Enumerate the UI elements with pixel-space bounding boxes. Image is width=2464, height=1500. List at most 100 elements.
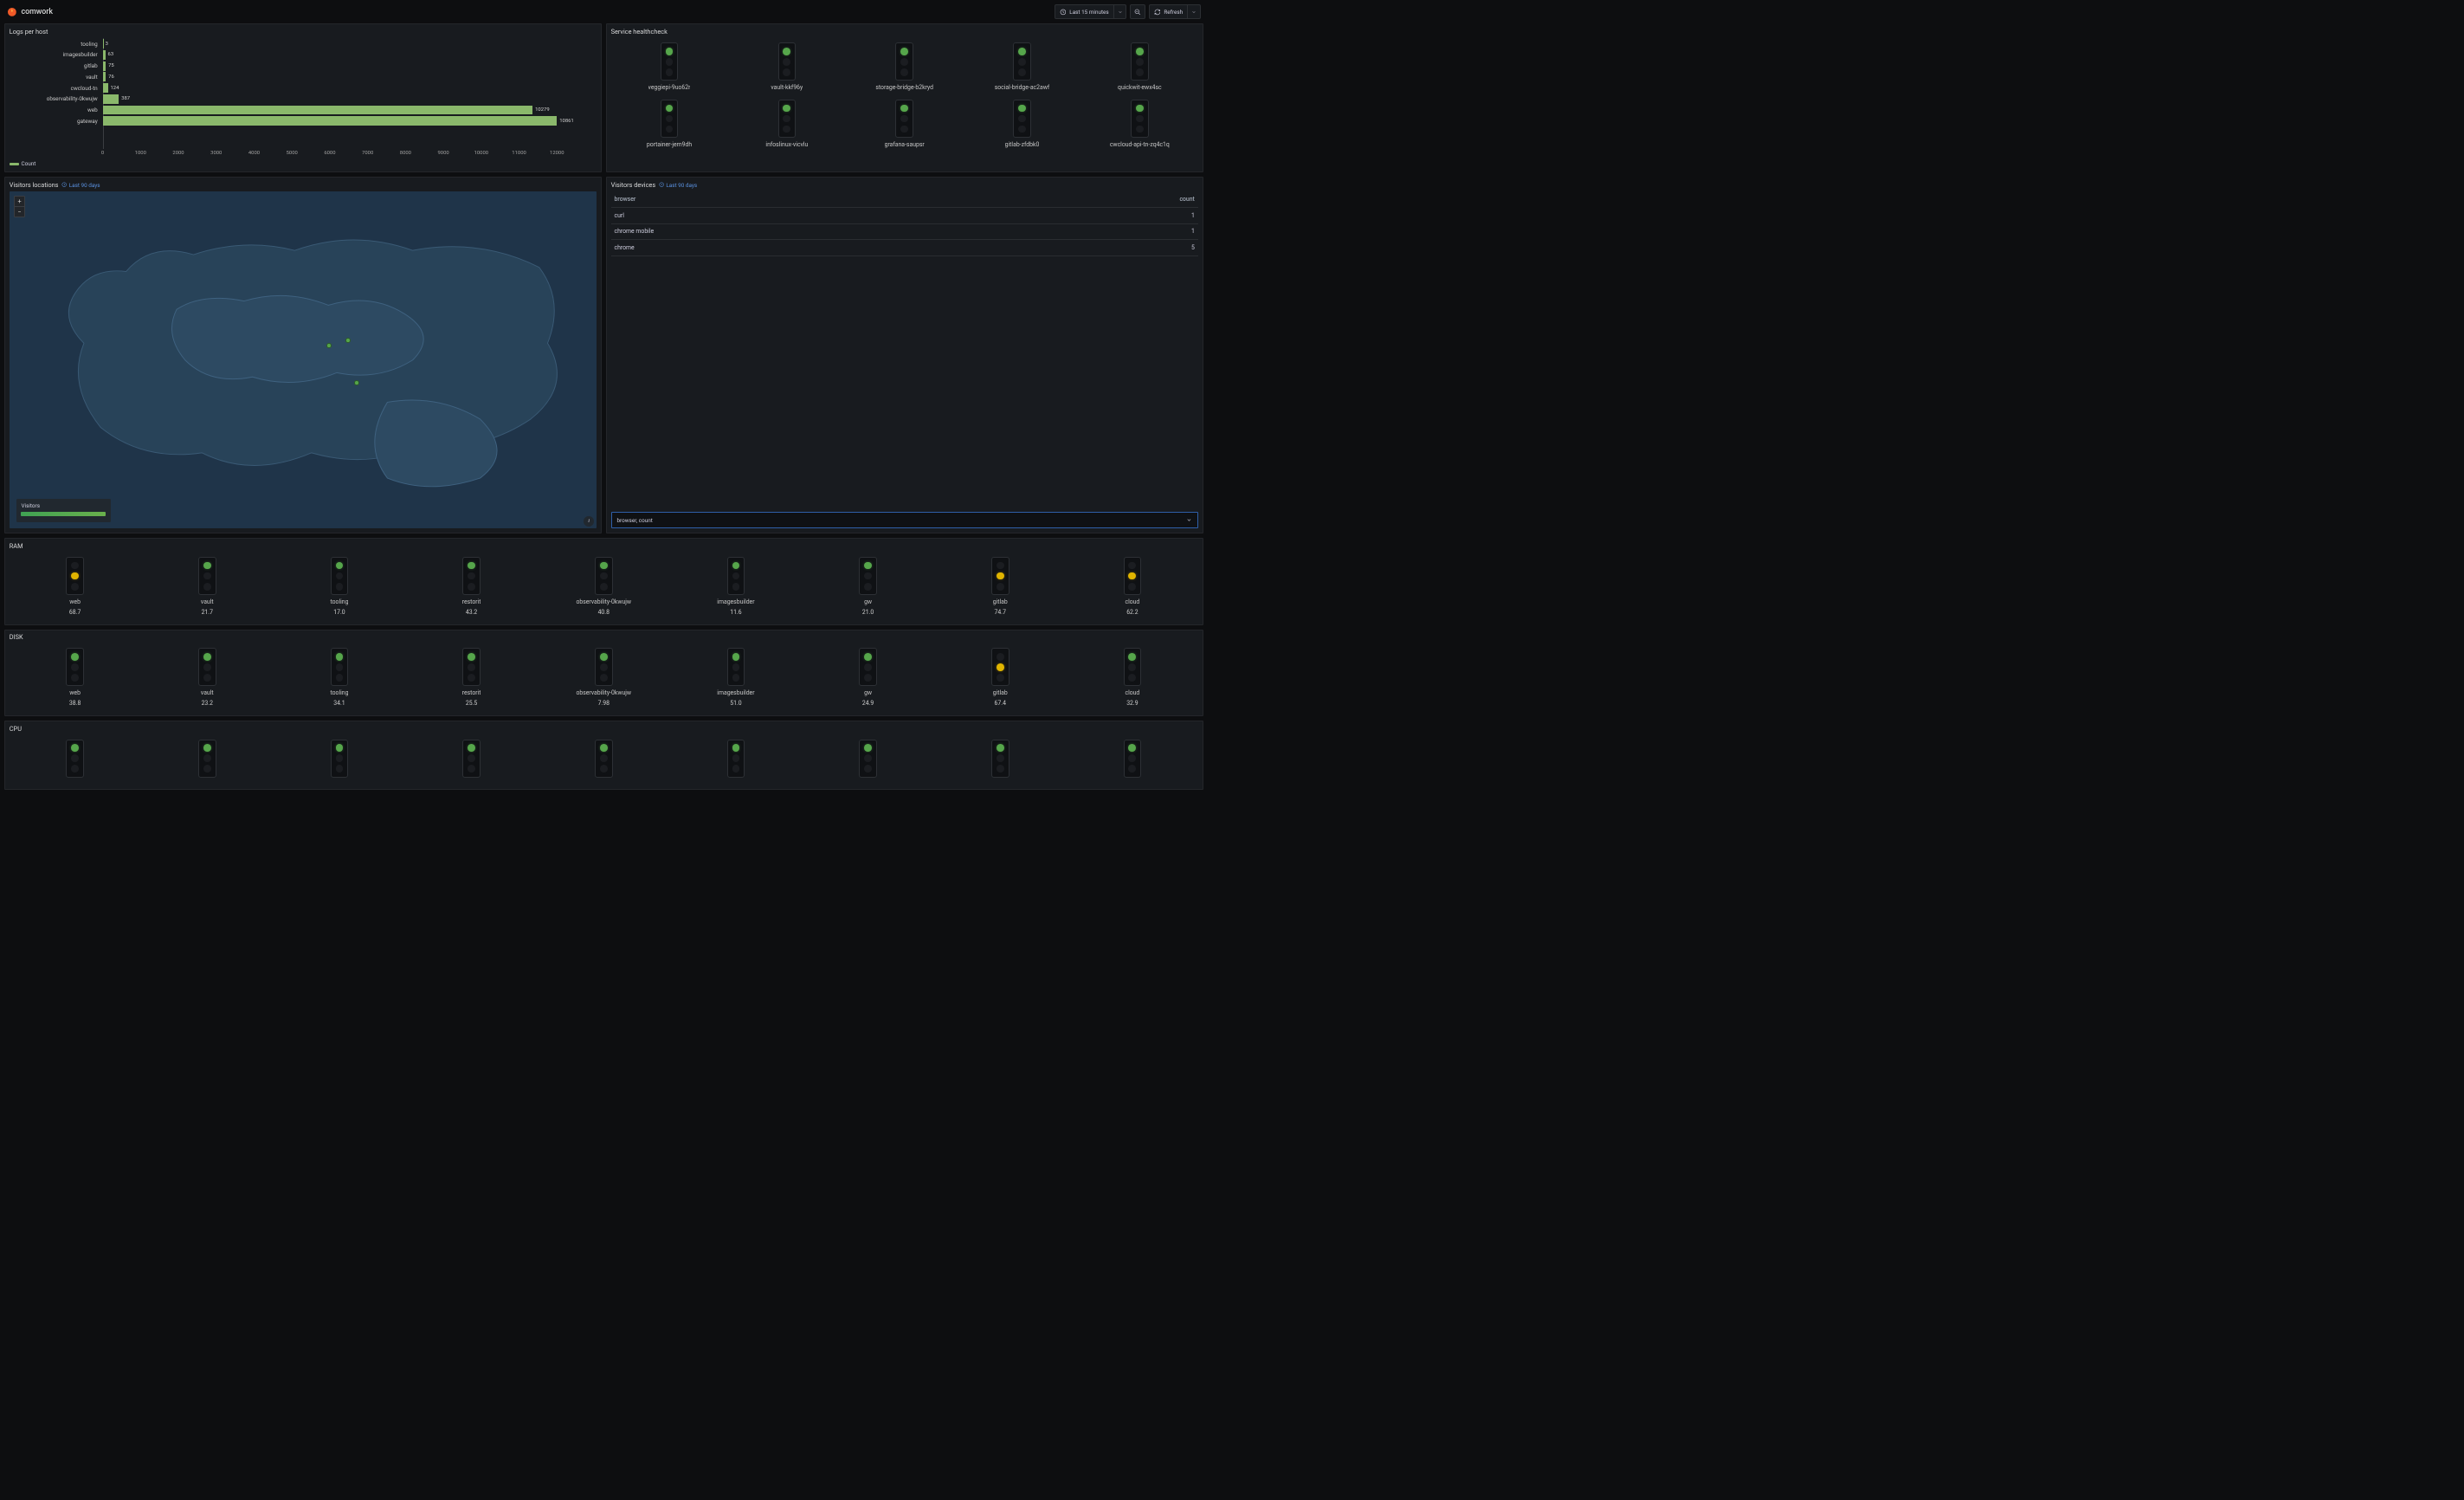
topbar: comwork Last 15 minutes — [0, 0, 1208, 23]
dashboard-title: comwork — [21, 8, 53, 16]
traffic-light — [1124, 557, 1142, 595]
x-tick: 7000 — [362, 151, 373, 156]
chevron-down-icon — [1191, 10, 1197, 15]
table-header[interactable]: browser — [611, 191, 1010, 207]
status-item-value: 21.7 — [202, 609, 213, 616]
traffic-light — [661, 100, 679, 138]
traffic-light — [462, 648, 481, 686]
map-zoom-in[interactable]: + — [15, 197, 25, 207]
status-item-value: 62.2 — [1126, 609, 1138, 616]
map-legend: Visitors — [16, 499, 112, 522]
status-item-label: cloud — [1125, 689, 1139, 696]
status-item-value: 24.9 — [862, 700, 874, 707]
status-item-label: infoslinux-vicvlu — [765, 141, 808, 148]
bar-value: 10861 — [557, 116, 573, 126]
time-range-picker[interactable]: Last 15 minutes — [1055, 4, 1127, 19]
cell-browser: chrome mobile — [611, 223, 1010, 240]
x-tick: 9000 — [438, 151, 449, 156]
bar-category: cwcloud-tn — [10, 85, 103, 92]
traffic-light — [66, 557, 84, 595]
status-item-value: 7.98 — [598, 700, 610, 707]
bar-category: tooling — [10, 41, 103, 48]
panel-ram: RAM web68.7vault21.7tooling17.0restorit4… — [4, 538, 1203, 624]
x-tick: 8000 — [400, 151, 411, 156]
barchart-legend: Count — [10, 160, 597, 167]
bar-fill — [103, 94, 119, 104]
status-item-value: 21.0 — [862, 609, 874, 616]
bar-category: gitlab — [10, 62, 103, 69]
refresh-interval-chevron[interactable] — [1188, 4, 1201, 19]
map-zoom-control: + − — [14, 196, 26, 218]
x-tick: 5000 — [287, 151, 298, 156]
visitors-map[interactable]: + − Visitors i — [10, 191, 597, 529]
bar-value: 3 — [103, 39, 108, 48]
status-item: tooling 17.0 — [275, 557, 403, 616]
traffic-light — [1124, 648, 1142, 686]
status-item: cloud 62.2 — [1068, 557, 1197, 616]
status-item — [408, 740, 536, 781]
status-item: tooling34.1 — [275, 648, 403, 707]
traffic-light — [1131, 42, 1149, 81]
time-range-chevron[interactable] — [1114, 4, 1127, 19]
refresh-button[interactable]: Refresh — [1149, 4, 1188, 19]
bar-row: imagesbuilder63 — [10, 49, 597, 61]
x-tick: 2000 — [172, 151, 184, 156]
status-item: cloud32.9 — [1068, 648, 1197, 707]
map-point[interactable] — [354, 380, 359, 385]
visitors-devices-table: browser count curl1chrome mobile1chrome5 — [611, 191, 1198, 256]
table-row[interactable]: chrome mobile1 — [611, 223, 1198, 240]
status-item-value: 11.6 — [730, 609, 741, 616]
map-zoom-out[interactable]: − — [15, 207, 25, 217]
bar-row: observability-0kwujw387 — [10, 94, 597, 105]
status-item-label: observability-0kwujw — [576, 689, 631, 696]
bar-row: gitlab75 — [10, 61, 597, 72]
panel-title: CPU — [10, 725, 1198, 733]
bar-fill — [103, 116, 558, 126]
status-item-value: 23.2 — [202, 700, 213, 707]
traffic-light — [595, 557, 613, 595]
status-item-label: grafana-saupsr — [885, 141, 925, 148]
map-point[interactable] — [345, 338, 351, 343]
status-item — [1068, 740, 1197, 781]
x-tick: 6000 — [324, 151, 335, 156]
zoom-out-icon — [1134, 9, 1141, 16]
fields-select[interactable]: browser, count — [611, 512, 1198, 529]
panel-logs-per-host: Logs per host tooling3imagesbuilder63git… — [4, 23, 602, 172]
status-item-value: 67.4 — [995, 700, 1006, 707]
status-item — [143, 740, 271, 781]
traffic-light — [895, 100, 913, 138]
traffic-light — [331, 740, 349, 778]
refresh-control[interactable]: Refresh — [1149, 4, 1201, 19]
status-item-value: 34.1 — [333, 700, 345, 707]
legend-swatch — [10, 163, 19, 165]
logs-barchart: tooling3imagesbuilder63gitlab75vault76cw… — [10, 38, 597, 167]
panel-time-override: Last 90 days — [659, 182, 697, 189]
clock-icon — [659, 182, 664, 187]
status-item-label: social-bridge-ac2awf — [995, 84, 1050, 91]
status-item-label: imagesbuilder — [717, 598, 754, 605]
grafana-logo-icon — [7, 7, 17, 17]
map-attribution-icon[interactable]: i — [584, 516, 594, 527]
status-item-label: portainer-jem9dh — [647, 141, 692, 148]
map-point[interactable] — [326, 343, 332, 348]
traffic-light — [331, 648, 349, 686]
panel-title: RAM — [10, 542, 1198, 550]
cell-browser: chrome — [611, 240, 1010, 256]
status-item — [804, 740, 932, 781]
zoom-out-button[interactable] — [1130, 4, 1145, 19]
status-item: cwcloud-api-tn-zq4c1q — [1083, 100, 1197, 148]
traffic-light — [331, 557, 349, 595]
panel-cpu: CPU — [4, 721, 1203, 791]
table-row[interactable]: chrome5 — [611, 240, 1198, 256]
traffic-light — [66, 648, 84, 686]
table-row[interactable]: curl1 — [611, 207, 1198, 223]
status-item-value: 17.0 — [333, 609, 345, 616]
status-item-label: tooling — [330, 598, 348, 605]
bar-fill — [103, 106, 533, 115]
status-item-label: cloud — [1125, 598, 1139, 605]
chevron-down-icon — [1118, 10, 1123, 15]
table-header[interactable]: count — [1009, 191, 1197, 207]
status-item-value: 68.7 — [69, 609, 81, 616]
traffic-light — [727, 648, 745, 686]
select-value: browser, count — [616, 517, 652, 524]
